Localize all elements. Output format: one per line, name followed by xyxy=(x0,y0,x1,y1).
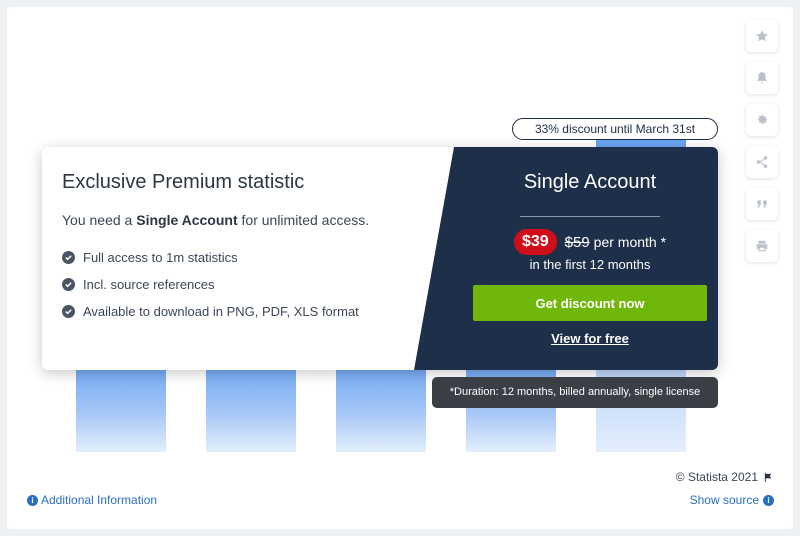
copyright: © Statista 2021 xyxy=(676,470,774,484)
price-period: per month * xyxy=(593,234,667,250)
favorite-button[interactable] xyxy=(746,20,778,52)
original-price: $59 xyxy=(564,233,590,251)
offer-panel: Single Account $39 $59 per month * in th… xyxy=(462,147,718,370)
premium-title: Exclusive Premium statistic xyxy=(62,171,305,193)
notification-button[interactable] xyxy=(746,62,778,94)
chart-bar xyxy=(76,360,166,452)
additional-information-link[interactable]: i Additional Information xyxy=(27,493,157,507)
price-duration: in the first 12 months xyxy=(529,257,651,272)
check-icon xyxy=(62,251,75,264)
premium-overlay: Exclusive Premium statistic You need a S… xyxy=(42,147,718,370)
chart-bar xyxy=(206,360,296,452)
price-row: $39 $59 per month * xyxy=(462,229,718,255)
feature-list: Full access to 1m statistics Incl. sourc… xyxy=(62,250,422,331)
flag-icon xyxy=(764,472,772,482)
feature-item: Available to download in PNG, PDF, XLS f… xyxy=(62,304,422,331)
offer-divider xyxy=(520,216,660,217)
requirement-suffix: for unlimited access. xyxy=(237,212,370,228)
print-button[interactable] xyxy=(746,230,778,262)
duration-tooltip: *Duration: 12 months, billed annually, s… xyxy=(432,377,718,408)
offer-title: Single Account xyxy=(523,171,657,193)
cite-button[interactable] xyxy=(746,188,778,220)
discount-price: $39 xyxy=(513,229,557,255)
premium-info: Exclusive Premium statistic You need a S… xyxy=(62,171,422,331)
copyright-text: © Statista 2021 xyxy=(675,470,758,484)
gear-icon xyxy=(757,114,768,125)
star-icon xyxy=(756,30,768,42)
settings-button[interactable] xyxy=(746,104,778,136)
requirement-account: Single Account xyxy=(136,212,238,228)
bell-icon xyxy=(757,72,767,84)
side-toolbar xyxy=(746,20,780,272)
get-discount-button[interactable]: Get discount now xyxy=(473,285,707,321)
info-icon: i xyxy=(763,494,774,506)
feature-label: Incl. source references xyxy=(83,277,215,292)
check-icon xyxy=(62,305,75,318)
feature-item: Full access to 1m statistics xyxy=(62,250,422,277)
additional-information-label: Additional Information xyxy=(41,493,158,507)
discount-badge: 33% discount until March 31st xyxy=(512,118,718,140)
share-icon xyxy=(756,156,768,168)
print-icon xyxy=(756,240,768,252)
check-icon xyxy=(62,278,75,291)
view-for-free-link[interactable]: View for free xyxy=(551,331,629,346)
quote-icon xyxy=(757,200,767,208)
feature-item: Incl. source references xyxy=(62,277,422,304)
info-icon: i xyxy=(27,494,38,506)
feature-label: Available to download in PNG, PDF, XLS f… xyxy=(83,304,359,319)
feature-label: Full access to 1m statistics xyxy=(83,250,238,265)
show-source-link[interactable]: Show source i xyxy=(690,493,774,507)
show-source-label: Show source xyxy=(689,493,759,507)
requirement-prefix: You need a xyxy=(62,212,137,228)
share-button[interactable] xyxy=(746,146,778,178)
chart-bar xyxy=(336,360,426,452)
account-requirement: You need a Single Account for unlimited … xyxy=(62,212,422,228)
